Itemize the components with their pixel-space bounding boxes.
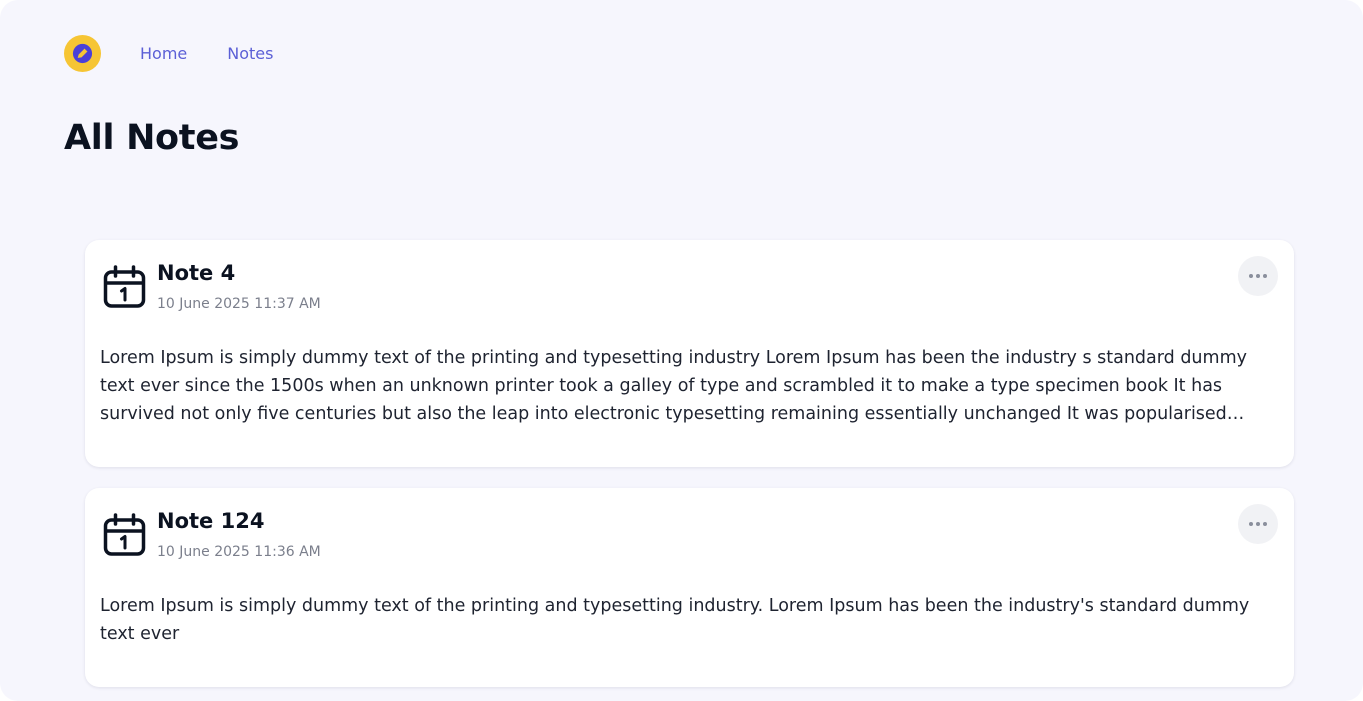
note-title: Note 4 xyxy=(157,261,236,285)
note-body: Lorem Ipsum is simply dummy text of the … xyxy=(100,348,1247,424)
more-horizontal-icon xyxy=(1249,522,1267,526)
note-date: 10 June 2025 11:36 AM xyxy=(157,544,321,560)
note-meta: Note 4 10 June 2025 11:37 AM xyxy=(157,260,321,312)
nav-link-notes[interactable]: Notes xyxy=(227,44,273,63)
app-window: Home Notes All Notes Note 4 10 June 2025… xyxy=(0,0,1363,701)
note-meta: Note 124 10 June 2025 11:36 AM xyxy=(157,508,321,560)
note-header: Note 4 10 June 2025 11:37 AM xyxy=(102,260,321,312)
notes-list: Note 4 10 June 2025 11:37 AM Lorem Ipsum… xyxy=(85,240,1294,701)
more-options-button[interactable] xyxy=(1238,504,1278,544)
note-card[interactable]: Note 4 10 June 2025 11:37 AM Lorem Ipsum… xyxy=(85,240,1294,467)
note-date: 10 June 2025 11:37 AM xyxy=(157,296,321,312)
calendar-icon xyxy=(103,513,146,556)
note-body: Lorem Ipsum is simply dummy text of the … xyxy=(100,596,1250,644)
pen-icon xyxy=(72,43,93,63)
note-title: Note 124 xyxy=(157,509,265,533)
calendar-icon xyxy=(103,265,146,308)
note-header: Note 124 10 June 2025 11:36 AM xyxy=(102,508,321,560)
app-logo[interactable] xyxy=(64,34,101,72)
more-horizontal-icon xyxy=(1249,274,1267,278)
note-card[interactable]: Note 124 10 June 2025 11:36 AM Lorem Ips… xyxy=(85,488,1294,687)
page-title: All Notes xyxy=(64,118,240,158)
nav-link-home[interactable]: Home xyxy=(140,44,187,63)
top-nav: Home Notes xyxy=(64,34,313,72)
more-options-button[interactable] xyxy=(1238,256,1278,296)
